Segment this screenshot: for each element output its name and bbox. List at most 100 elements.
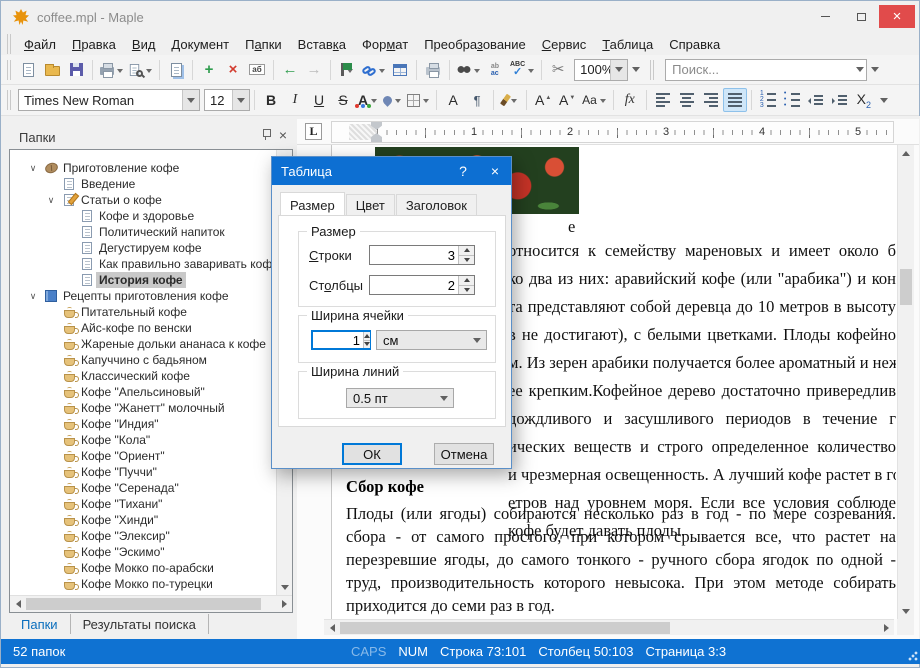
menu-item[interactable]: Вставка bbox=[290, 35, 354, 54]
font-dialog-button[interactable]: A bbox=[441, 88, 465, 112]
scroll-right-icon[interactable] bbox=[276, 596, 292, 612]
tree-item[interactable]: Дегустируем кофе bbox=[10, 240, 276, 256]
scrollbar-thumb[interactable] bbox=[900, 269, 912, 305]
scroll-right-icon[interactable] bbox=[878, 620, 894, 636]
font-size-select[interactable]: 12 bbox=[204, 89, 250, 111]
hyperlink-button[interactable] bbox=[359, 58, 388, 82]
print-preview-button[interactable] bbox=[126, 58, 155, 82]
tree-item[interactable]: Капуччино с бадьяном bbox=[10, 352, 276, 368]
shrink-font-button[interactable]: A▼ bbox=[555, 88, 579, 112]
grow-font-button[interactable]: A▲ bbox=[531, 88, 555, 112]
outdent-button[interactable] bbox=[804, 88, 828, 112]
close-button[interactable]: × bbox=[879, 5, 915, 28]
tree-item[interactable]: Кофе "Апельсиновый" bbox=[10, 384, 276, 400]
tree-item[interactable]: ∨Приготовление кофе bbox=[10, 160, 276, 176]
print-current-button[interactable] bbox=[421, 58, 445, 82]
expander-icon[interactable]: ∨ bbox=[24, 163, 42, 174]
format-painter-button[interactable] bbox=[498, 88, 522, 112]
align-left-button[interactable] bbox=[651, 88, 675, 112]
change-case-button[interactable]: Aa bbox=[579, 88, 609, 112]
scrollbar-thumb[interactable] bbox=[26, 598, 261, 610]
minimize-button[interactable] bbox=[807, 5, 843, 28]
font-family-select[interactable]: Times New Roman bbox=[18, 89, 200, 111]
tree-item[interactable]: Кофе "Серенада" bbox=[10, 480, 276, 496]
tree-item[interactable]: Кофе Мокко по-турецки bbox=[10, 576, 276, 592]
scroll-left-icon[interactable] bbox=[324, 620, 340, 636]
cancel-button[interactable]: Отмена bbox=[434, 443, 494, 465]
bullet-list-button[interactable]: ••• bbox=[780, 88, 804, 112]
columns-up-button[interactable] bbox=[459, 276, 474, 286]
tree-item[interactable]: Кофе "Хинди" bbox=[10, 512, 276, 528]
menu-item[interactable]: Правка bbox=[64, 35, 124, 54]
delete-folder-button[interactable]: × bbox=[221, 58, 245, 82]
cell-width-down-button[interactable] bbox=[364, 341, 370, 349]
cell-width-up-button[interactable] bbox=[364, 332, 370, 341]
tree-item[interactable]: Кофе "Эскимо" bbox=[10, 544, 276, 560]
cut-button[interactable]: ✂ bbox=[546, 58, 570, 82]
spellcheck-button[interactable]: ABC✓ bbox=[507, 58, 537, 82]
scroll-up-icon[interactable] bbox=[898, 145, 914, 161]
columns-down-button[interactable] bbox=[459, 286, 474, 295]
ok-button[interactable]: ОК bbox=[342, 443, 402, 465]
expander-icon[interactable]: ∨ bbox=[42, 195, 60, 206]
tree-item[interactable]: Введение bbox=[10, 176, 276, 192]
align-center-button[interactable] bbox=[675, 88, 699, 112]
rows-down-button[interactable] bbox=[459, 256, 474, 265]
expander-icon[interactable]: ∨ bbox=[24, 291, 42, 302]
forward-button[interactable]: → bbox=[302, 58, 326, 82]
search-dropdown-icon[interactable] bbox=[854, 59, 866, 81]
tree-item[interactable]: Политический напиток bbox=[10, 224, 276, 240]
find-button[interactable] bbox=[454, 58, 483, 82]
panel-tab[interactable]: Папки bbox=[9, 614, 71, 634]
menu-item[interactable]: Сервис bbox=[534, 35, 595, 54]
toolbar-overflow-button[interactable] bbox=[876, 89, 892, 111]
highlight-button[interactable] bbox=[380, 88, 404, 112]
cell-width-spinner[interactable] bbox=[311, 330, 371, 350]
menu-item[interactable]: Преобразование bbox=[416, 35, 534, 54]
zoom-select[interactable]: 100% bbox=[574, 59, 628, 81]
tree-item[interactable]: Кофе "Индия" bbox=[10, 416, 276, 432]
tree-item[interactable]: Кофе "Жанетт" молочный bbox=[10, 400, 276, 416]
menu-item[interactable]: Документ bbox=[163, 35, 237, 54]
document-vertical-scrollbar[interactable] bbox=[897, 145, 914, 619]
strikethrough-button[interactable]: S bbox=[331, 88, 355, 112]
line-width-select[interactable]: 0.5 пт bbox=[346, 388, 454, 408]
menu-item[interactable]: Файл bbox=[16, 35, 64, 54]
maximize-button[interactable] bbox=[843, 5, 879, 28]
columns-input[interactable] bbox=[370, 276, 458, 294]
scroll-down-icon[interactable] bbox=[898, 603, 914, 619]
paragraph-settings-button[interactable]: ¶ bbox=[465, 88, 489, 112]
tree-item[interactable]: Классический кофе bbox=[10, 368, 276, 384]
insert-table-button[interactable] bbox=[388, 58, 412, 82]
tree-item[interactable]: История кофе bbox=[10, 272, 276, 288]
dialog-close-button[interactable]: × bbox=[479, 157, 511, 185]
menu-item[interactable]: Формат bbox=[354, 35, 416, 54]
rows-input[interactable] bbox=[370, 246, 458, 264]
back-button[interactable]: ← bbox=[278, 58, 302, 82]
scrollbar-thumb[interactable] bbox=[340, 622, 670, 634]
bookmark-button[interactable] bbox=[335, 58, 359, 82]
numbered-list-button[interactable]: 123 bbox=[756, 88, 780, 112]
panel-close-icon[interactable]: × bbox=[279, 129, 287, 141]
toolbar-overflow-button[interactable] bbox=[867, 59, 883, 81]
menu-item[interactable]: Таблица bbox=[594, 35, 661, 54]
resize-grip[interactable] bbox=[908, 651, 918, 661]
tree-item[interactable]: Кофе "Ориент" bbox=[10, 448, 276, 464]
scroll-left-icon[interactable] bbox=[10, 596, 26, 612]
indent-button[interactable] bbox=[828, 88, 852, 112]
document-horizontal-scrollbar[interactable] bbox=[324, 619, 894, 635]
rows-up-button[interactable] bbox=[459, 246, 474, 256]
tree-horizontal-scrollbar[interactable] bbox=[10, 595, 292, 612]
tree-item[interactable]: Кофе "Кола" bbox=[10, 432, 276, 448]
tree-item[interactable]: Кофе "Элексир" bbox=[10, 528, 276, 544]
tree-item[interactable]: Кофе Мокко по-арабски bbox=[10, 560, 276, 576]
subscript-button[interactable]: X2 bbox=[852, 88, 876, 112]
tree-item[interactable]: Как правильно заваривать кофе bbox=[10, 256, 276, 272]
tree-item[interactable]: Жареные дольки ананаса к кофе bbox=[10, 336, 276, 352]
cell-unit-select[interactable]: см bbox=[376, 330, 487, 350]
borders-button[interactable] bbox=[404, 88, 432, 112]
replace-button[interactable]: abac bbox=[483, 58, 507, 82]
rows-spinner[interactable] bbox=[369, 245, 475, 265]
toolbar-overflow-button[interactable] bbox=[628, 59, 644, 81]
tree-item[interactable]: Кофе "Пуччи" bbox=[10, 464, 276, 480]
